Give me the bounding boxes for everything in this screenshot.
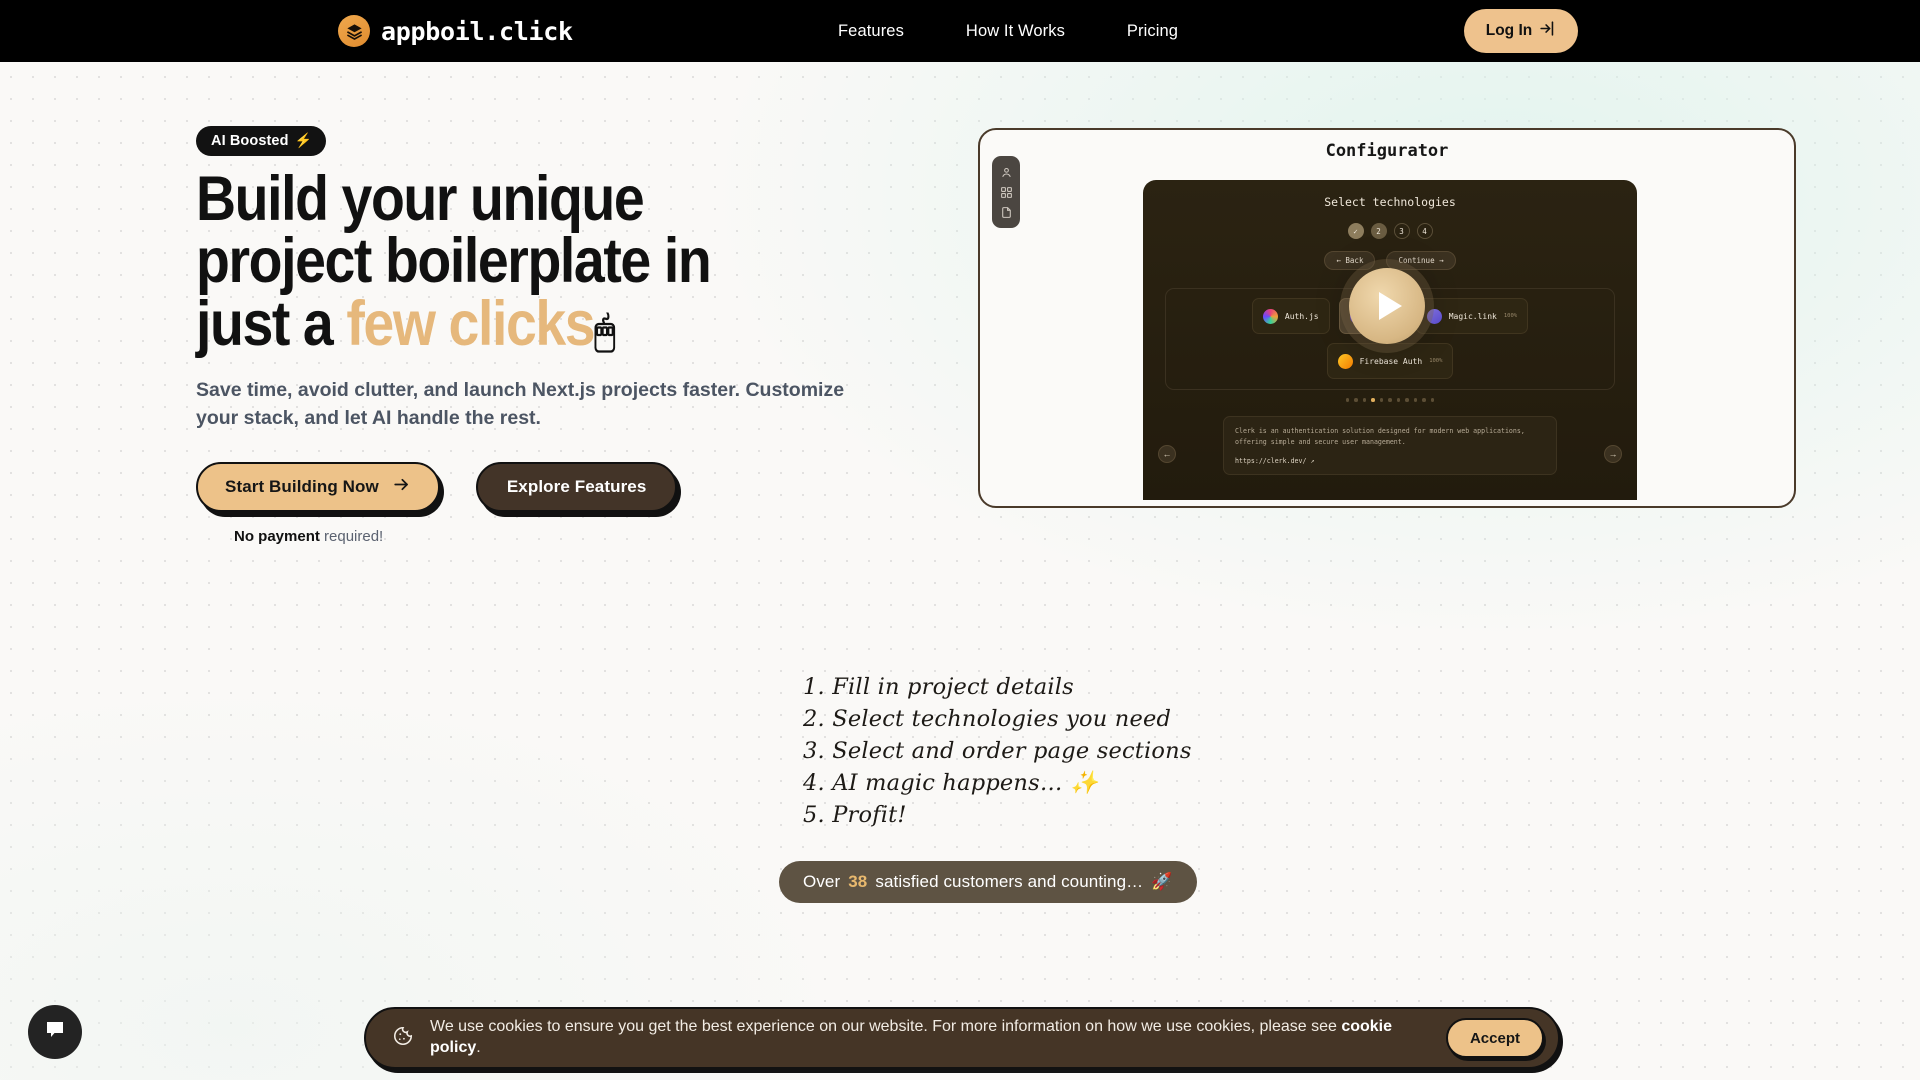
configurator-heading: Select technologies	[1324, 195, 1456, 209]
list-item: 5. Profit!	[803, 801, 907, 828]
user-icon[interactable]	[1000, 166, 1013, 179]
description-link[interactable]: https://clerk.dev/ ↗	[1235, 457, 1545, 465]
chat-bubble-icon	[43, 1018, 67, 1047]
headline-line-2: project boilerplate in	[196, 226, 712, 297]
layers-icon	[338, 15, 370, 47]
headline-accent: few clicks	[346, 288, 595, 359]
chat-widget-button[interactable]	[28, 1005, 82, 1059]
carousel-dot[interactable]	[1396, 398, 1401, 402]
carousel-dot[interactable]	[1388, 398, 1392, 402]
tech-card-authjs[interactable]: Auth.js	[1251, 298, 1330, 334]
login-button[interactable]: Log In	[1464, 9, 1578, 53]
carousel-dot[interactable]	[1405, 398, 1409, 402]
nav-item-features[interactable]: Features	[838, 22, 904, 41]
document-icon[interactable]	[1000, 206, 1013, 219]
list-item: 4. AI magic happens… ✨	[803, 769, 1099, 796]
preview-title: Configurator	[1325, 141, 1449, 161]
no-payment-bold: No payment	[234, 528, 320, 546]
magiclink-logo-icon	[1426, 308, 1442, 324]
cookie-text-before: We use cookies to ensure you get the bes…	[430, 1018, 1342, 1036]
click-cursor-icon: 🖱	[594, 309, 615, 354]
main-navigation: Features How It Works Pricing	[838, 22, 1178, 41]
brand-logo[interactable]: appboil.click	[338, 15, 573, 47]
carousel-dot[interactable]	[1430, 398, 1435, 402]
authjs-logo-icon	[1262, 308, 1278, 324]
step-3[interactable]: 3	[1393, 223, 1410, 239]
ai-boosted-badge: AI Boosted ⚡	[196, 126, 327, 156]
preview-sidebar	[992, 156, 1020, 228]
login-button-label: Log In	[1485, 22, 1533, 39]
nav-item-how-it-works[interactable]: How It Works	[966, 22, 1065, 41]
customers-prefix: Over	[803, 872, 841, 891]
step-1[interactable]: ✓	[1347, 223, 1364, 239]
lightning-bolt-icon: ⚡	[294, 132, 313, 148]
sparkles-icon: ✨	[1069, 769, 1099, 796]
site-header: appboil.click Features How It Works Pric…	[0, 0, 1920, 62]
cookie-banner-text: We use cookies to ensure you get the bes…	[430, 1017, 1430, 1059]
configurator-preview[interactable]: Configurator Select technologies ✓ 2 3 4…	[978, 128, 1796, 508]
brand-name: appboil.click	[381, 16, 573, 46]
login-arrow-icon	[1539, 20, 1556, 42]
firebase-logo-icon	[1337, 353, 1353, 369]
accept-cookies-button[interactable]: Accept	[1445, 1018, 1544, 1058]
tech-card-pct: 100%	[1503, 313, 1518, 319]
carousel-dot[interactable]	[1379, 398, 1384, 402]
no-payment-rest: required!	[319, 528, 384, 546]
technology-card-row: Firebase Auth 100%	[1178, 343, 1602, 379]
tech-card-label: Magic.link	[1448, 311, 1497, 321]
cta-button-row: Start Building Now No payment required! …	[196, 462, 916, 545]
carousel-dot[interactable]	[1362, 398, 1367, 402]
headline-line-3-prefix: just a	[196, 288, 347, 359]
cookie-consent-banner: We use cookies to ensure you get the bes…	[364, 1007, 1560, 1069]
play-icon	[1378, 292, 1402, 320]
rocket-icon: 🚀	[1151, 872, 1173, 891]
cookie-text-after: .	[476, 1039, 481, 1056]
cta-primary-label: Start Building Now	[225, 477, 379, 497]
step-2[interactable]: 2	[1370, 223, 1387, 239]
start-building-now-button[interactable]: Start Building Now	[196, 462, 440, 513]
step-4[interactable]: 4	[1416, 223, 1433, 239]
external-link-icon: ↗	[1310, 456, 1315, 465]
explore-features-button[interactable]: Explore Features	[475, 462, 678, 513]
back-button[interactable]: ← Back	[1324, 251, 1376, 270]
ai-badge-label: AI Boosted	[211, 132, 289, 149]
play-button[interactable]	[1349, 268, 1425, 344]
carousel-prev-button[interactable]: ←	[1158, 445, 1176, 463]
tech-card-magiclink[interactable]: Magic.link 100%	[1415, 298, 1529, 334]
carousel-dot[interactable]	[1422, 398, 1426, 402]
how-it-works-steps: 1. Fill in project details 2. Select tec…	[803, 672, 1192, 832]
carousel-dot[interactable]	[1345, 398, 1350, 402]
tech-card-label: Auth.js	[1284, 311, 1319, 321]
no-payment-note: No payment required!	[234, 528, 440, 545]
continue-button[interactable]: Continue →	[1386, 251, 1456, 270]
customer-count: 38	[848, 872, 868, 891]
tech-card-label: Firebase Auth	[1359, 356, 1423, 366]
customer-count-badge: Over 38 satisfied customers and counting…	[779, 861, 1197, 903]
carousel-dot[interactable]	[1413, 398, 1418, 402]
description-text: Clerk is an authentication solution desi…	[1235, 427, 1525, 446]
customers-suffix: satisfied customers and counting…	[875, 872, 1144, 891]
page-title: Build your unique project boilerplate in…	[196, 168, 830, 356]
tech-card-firebase-auth[interactable]: Firebase Auth 100%	[1326, 343, 1454, 379]
list-item: 3. Select and order page sections	[803, 737, 1192, 764]
technology-description: Clerk is an authentication solution desi…	[1223, 416, 1557, 475]
carousel-next-button[interactable]: →	[1604, 445, 1622, 463]
carousel-dot-active[interactable]	[1371, 398, 1375, 402]
cookie-icon	[392, 1025, 414, 1052]
carousel-dot[interactable]	[1354, 398, 1358, 402]
step-indicator: ✓ 2 3 4	[1143, 223, 1637, 239]
list-item: 1. Fill in project details	[803, 674, 1074, 700]
grid-icon[interactable]	[1000, 186, 1013, 199]
nav-item-pricing[interactable]: Pricing	[1127, 22, 1178, 41]
arrow-right-icon	[392, 475, 411, 499]
tech-card-pct: 100%	[1429, 358, 1443, 364]
hero-section: AI Boosted ⚡ Build your unique project b…	[196, 126, 916, 545]
carousel-dots	[1143, 398, 1637, 402]
hero-subtitle: Save time, avoid clutter, and launch Nex…	[196, 379, 845, 429]
headline-line-1: Build your unique	[196, 164, 645, 234]
cta-secondary-label: Explore Features	[506, 477, 647, 497]
list-item: 2. Select technologies you need	[803, 705, 1172, 732]
